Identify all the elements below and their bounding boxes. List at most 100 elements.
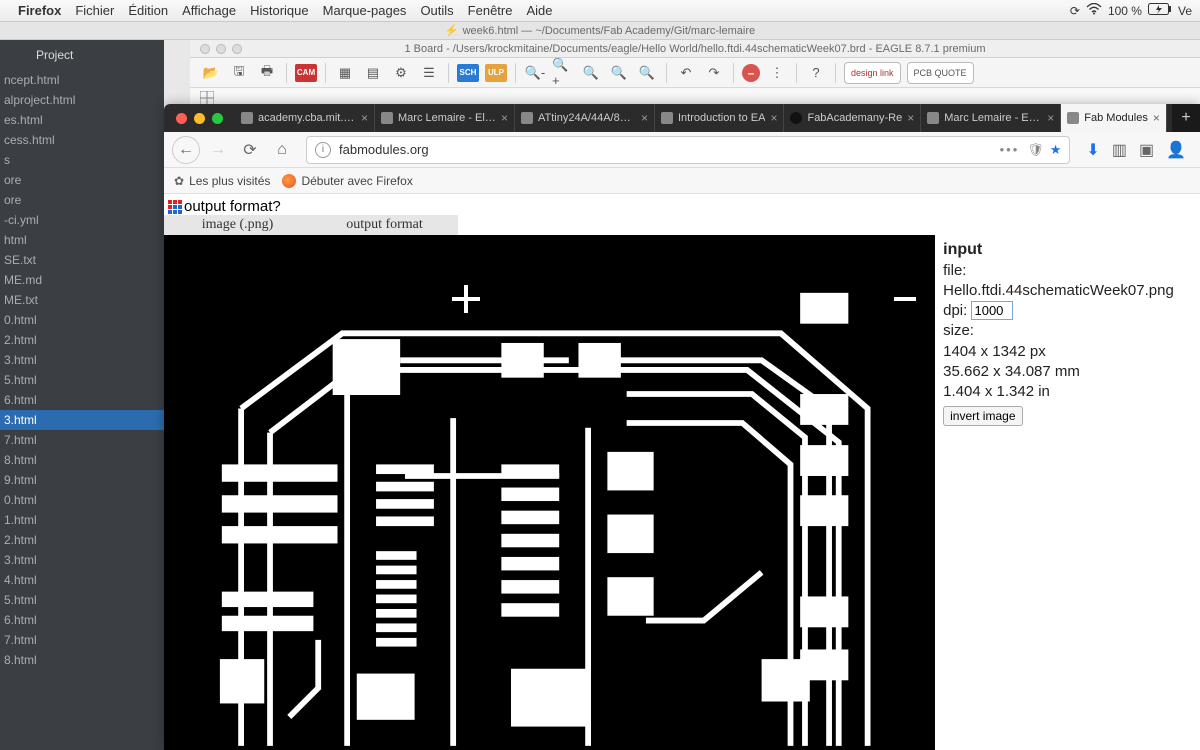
sidebar-file[interactable]: ME.md xyxy=(0,270,164,290)
sidebar-file[interactable]: 2.html xyxy=(0,530,164,550)
redo-icon[interactable]: ↷ xyxy=(703,62,725,84)
url-bar[interactable]: i fabmodules.org ••• 🛡 ★ xyxy=(306,136,1070,164)
browser-tab[interactable]: Introduction to EA× xyxy=(655,104,784,132)
tab-close-icon[interactable]: × xyxy=(361,111,368,125)
minimize-window-button[interactable] xyxy=(194,113,205,124)
browser-tab[interactable]: FabAcademany-Re× xyxy=(784,104,921,132)
clock-day[interactable]: Ve xyxy=(1178,4,1192,18)
sidebar-file[interactable]: s xyxy=(0,150,164,170)
sidebar-file[interactable]: 8.html xyxy=(0,450,164,470)
sidebar-file[interactable]: cess.html xyxy=(0,130,164,150)
home-button[interactable]: ⌂ xyxy=(268,136,296,164)
bookmark-getting-started[interactable]: Débuter avec Firefox xyxy=(282,174,412,188)
sidebar-file[interactable]: ore xyxy=(0,190,164,210)
back-button[interactable]: ← xyxy=(172,136,200,164)
zoom-fit-icon[interactable]: 🔍 xyxy=(580,62,602,84)
tracking-shield-icon[interactable]: 🛡 xyxy=(1027,142,1044,158)
menu-fenetre[interactable]: Fenêtre xyxy=(468,3,513,18)
output-format-dropdown[interactable]: output format xyxy=(311,215,458,235)
open-icon[interactable]: 📂 xyxy=(200,62,222,84)
eagle-traffic-lights[interactable] xyxy=(200,44,242,54)
sidebar-file[interactable]: 3.html xyxy=(0,550,164,570)
sidebar-file[interactable]: 8.html xyxy=(0,650,164,670)
project-title[interactable]: Project xyxy=(0,46,164,70)
help-icon[interactable]: ? xyxy=(805,62,827,84)
sidebar-file[interactable]: 7.html xyxy=(0,430,164,450)
page-actions-icon[interactable]: ••• xyxy=(1000,142,1020,157)
bookmark-most-visited[interactable]: ✿ Les plus visités xyxy=(174,174,270,188)
undo-icon[interactable]: ↶ xyxy=(675,62,697,84)
sidebar-file[interactable]: -ci.yml xyxy=(0,210,164,230)
zoom-redraw-icon[interactable]: 🔍 xyxy=(636,62,658,84)
sidebar-file[interactable]: 3.html xyxy=(0,350,164,370)
pcb-canvas[interactable] xyxy=(164,235,935,750)
zoom-in-icon[interactable]: 🔍+ xyxy=(552,62,574,84)
close-window-button[interactable] xyxy=(176,113,187,124)
menu-affichage[interactable]: Affichage xyxy=(182,3,236,18)
ulp-badge[interactable]: ULP xyxy=(485,64,507,82)
design-link-button[interactable]: design link xyxy=(844,62,901,84)
sidebar-file[interactable]: 5.html xyxy=(0,370,164,390)
browser-tab[interactable]: academy.cba.mit.edu/× xyxy=(235,104,375,132)
menu-edition[interactable]: Édition xyxy=(128,3,168,18)
menu-outils[interactable]: Outils xyxy=(420,3,453,18)
pcb-quote-button[interactable]: PCB QUOTE xyxy=(907,62,974,84)
wifi-icon[interactable] xyxy=(1086,3,1102,18)
sidebar-toggle-icon[interactable]: ▣ xyxy=(1139,140,1154,160)
tab-close-icon[interactable]: × xyxy=(907,111,914,125)
downloads-icon[interactable]: ⬇ xyxy=(1086,140,1099,160)
forward-button[interactable]: → xyxy=(204,136,232,164)
site-info-icon[interactable]: i xyxy=(315,142,331,158)
save-icon[interactable]: 🖫 xyxy=(228,62,250,84)
account-icon[interactable]: 👤 xyxy=(1166,140,1186,160)
menu-marquepages[interactable]: Marque-pages xyxy=(323,3,407,18)
dropbox-icon[interactable]: ⟳ xyxy=(1070,4,1080,18)
browser-tab[interactable]: Marc Lemaire - Electro× xyxy=(375,104,515,132)
sidebar-file[interactable]: 7.html xyxy=(0,630,164,650)
cam-badge[interactable]: CAM xyxy=(295,64,317,82)
tab-close-icon[interactable]: × xyxy=(641,111,648,125)
sidebar-file[interactable]: html xyxy=(0,230,164,250)
menu-aide[interactable]: Aide xyxy=(526,3,552,18)
input-format-dropdown[interactable]: image (.png) xyxy=(164,215,311,235)
sidebar-file[interactable]: 6.html xyxy=(0,390,164,410)
sidebar-file[interactable]: SE.txt xyxy=(0,250,164,270)
sidebar-file[interactable]: 5.html xyxy=(0,590,164,610)
sidebar-file[interactable]: 1.html xyxy=(0,510,164,530)
browser-tab[interactable]: Marc Lemaire - Embed× xyxy=(921,104,1061,132)
new-tab-button[interactable]: + xyxy=(1172,104,1200,132)
sidebar-file[interactable]: 2.html xyxy=(0,330,164,350)
print-icon[interactable]: 🖶 xyxy=(256,62,278,84)
tab-close-icon[interactable]: × xyxy=(770,111,777,125)
dpi-input[interactable] xyxy=(971,301,1013,320)
sidebar-file[interactable]: alproject.html xyxy=(0,90,164,110)
sidebar-file[interactable]: 4.html xyxy=(0,570,164,590)
reload-button[interactable]: ⟳ xyxy=(236,136,264,164)
firefox-traffic-lights[interactable] xyxy=(164,104,235,132)
sidebar-file[interactable]: ME.txt xyxy=(0,290,164,310)
zoom-out-icon[interactable]: 🔍- xyxy=(524,62,546,84)
invert-image-button[interactable]: invert image xyxy=(943,406,1022,426)
tab-close-icon[interactable]: × xyxy=(501,111,508,125)
library-icon[interactable]: ▥ xyxy=(1112,140,1127,160)
library-icon[interactable]: ☰ xyxy=(418,62,440,84)
sidebar-file[interactable]: 6.html xyxy=(0,610,164,630)
menu-fichier[interactable]: Fichier xyxy=(75,3,114,18)
go-icon[interactable]: ⋮ xyxy=(766,62,788,84)
battery-icon[interactable] xyxy=(1148,3,1172,18)
bookmark-star-icon[interactable]: ★ xyxy=(1050,142,1062,158)
board-icon[interactable]: ▦ xyxy=(334,62,356,84)
sidebar-file[interactable]: 0.html xyxy=(0,310,164,330)
tab-close-icon[interactable]: × xyxy=(1047,111,1054,125)
sidebar-file[interactable]: es.html xyxy=(0,110,164,130)
sidebar-file[interactable]: 0.html xyxy=(0,490,164,510)
maximize-window-button[interactable] xyxy=(212,113,223,124)
sheet-icon[interactable]: ▤ xyxy=(362,62,384,84)
menu-historique[interactable]: Historique xyxy=(250,3,309,18)
browser-tab[interactable]: ATtiny24A/44A/84A -× xyxy=(515,104,655,132)
sidebar-file[interactable]: 9.html xyxy=(0,470,164,490)
sidebar-file[interactable]: ncept.html xyxy=(0,70,164,90)
stop-icon[interactable]: – xyxy=(742,64,760,82)
zoom-select-icon[interactable]: 🔍 xyxy=(608,62,630,84)
sch-badge[interactable]: SCH xyxy=(457,64,479,82)
